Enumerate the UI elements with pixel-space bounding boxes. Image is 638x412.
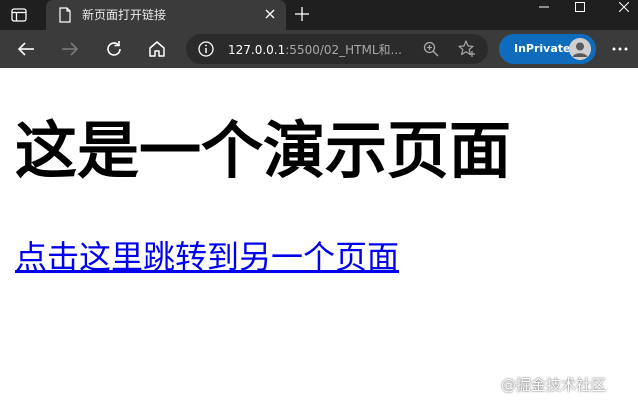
page-heading: 这是一个演示页面 [15,114,512,187]
tab-actions-icon[interactable] [8,5,30,25]
url-host: 127.0.0.1 [228,43,286,57]
back-arrow-icon[interactable] [14,37,38,61]
inprivate-button[interactable]: InPrivate [499,34,596,64]
forward-arrow-icon[interactable] [58,37,82,61]
close-icon[interactable] [262,6,278,22]
minimize-button[interactable] [524,0,564,14]
tab-strip: 新页面打开链接 [0,0,638,30]
watermark: @掘金技术社区 [501,376,607,394]
page-viewport: 这是一个演示页面 点击这里跳转到另一个页面 @掘金技术社区 [0,68,638,412]
url-text[interactable]: 127.0.0.1:5500/02_HTML和... [228,41,402,58]
tab-title: 新页面打开链接 [82,8,167,22]
favorites-star-icon[interactable] [458,40,476,58]
browser-toolbar: 127.0.0.1:5500/02_HTML和... InPrivate [0,30,638,68]
address-bar[interactable]: 127.0.0.1:5500/02_HTML和... [186,34,488,64]
tab-active[interactable]: 新页面打开链接 [46,0,286,30]
zoom-icon[interactable] [423,41,439,57]
window-close-button[interactable] [604,0,638,14]
page-link[interactable]: 点击这里跳转到另一个页面 [15,239,399,275]
inprivate-label: InPrivate [514,42,571,55]
home-icon[interactable] [145,37,169,61]
avatar [569,38,591,60]
more-icon[interactable] [610,40,630,58]
plus-icon[interactable] [292,4,312,24]
url-path: :5500/02_HTML和... [285,43,402,57]
document-icon [58,7,72,23]
info-icon[interactable] [198,41,214,57]
maximize-button[interactable] [560,0,600,14]
refresh-icon[interactable] [102,37,126,61]
